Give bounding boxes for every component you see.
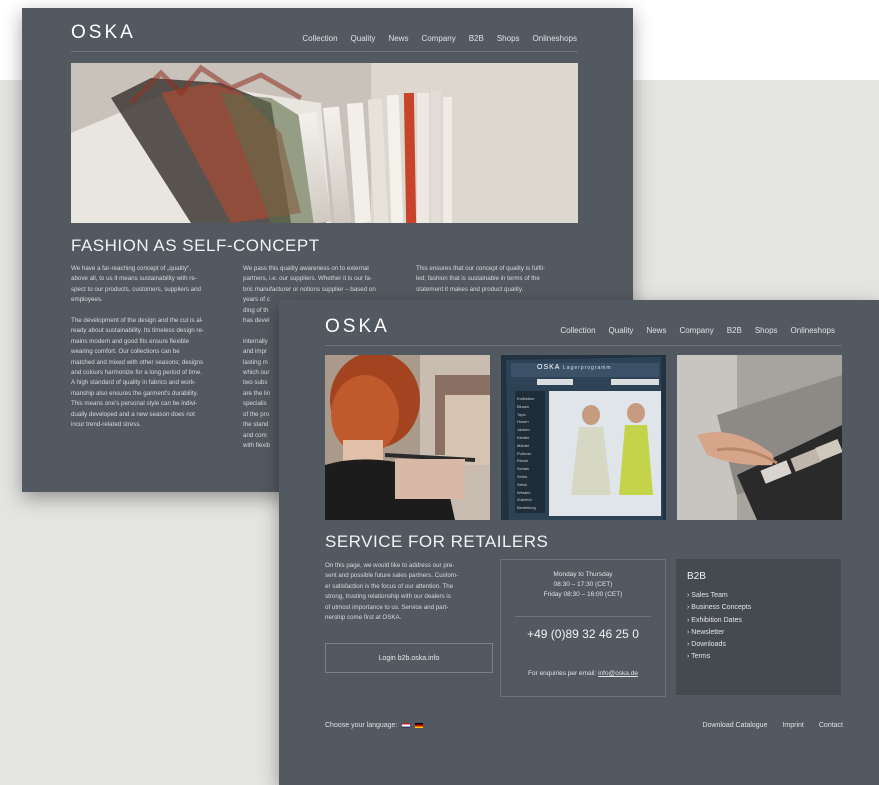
hours-time-weekdays: 08:30 – 17:30 (CET)	[553, 581, 613, 588]
page-title: FASHION AS SELF-CONCEPT	[71, 236, 320, 255]
screen-ui-sidebar-item: Röcke	[517, 458, 529, 464]
screen-ui-sidebar-item: Zubehör	[517, 497, 532, 503]
screen-ui-sidebar-item: Tops	[517, 411, 526, 417]
screen-ui-sidebar-item: Westen	[517, 489, 531, 495]
screen-ui-sidebar-item: Kleider	[517, 434, 530, 440]
page-title: SERVICE FOR RETAILERS	[325, 532, 549, 551]
footer-link-imprint[interactable]: Imprint	[782, 722, 803, 729]
screen-ui-sidebar: Kollektion Blusen Tops Hosen Jacken Klei…	[517, 395, 536, 512]
b2b-link-exhibition-dates[interactable]: › Exhibition Dates	[687, 615, 751, 627]
b2b-title: B2B	[687, 571, 706, 582]
text-column-3: This ensures that our concept of quality…	[416, 265, 545, 293]
screen-ui-brand: OSKA	[537, 364, 561, 371]
screen-ui-tagline: Lagerprogramm	[563, 365, 612, 371]
nav-quality[interactable]: Quality	[351, 34, 376, 43]
screen-ui-sidebar-item: Pullover	[517, 450, 532, 456]
screen-ui-sidebar-item: Shirts	[517, 473, 528, 479]
screen-ui-sidebar-item: Bestellung	[517, 505, 536, 511]
b2b-link-newsletter[interactable]: › Newsletter	[687, 627, 751, 639]
hours-divider	[515, 616, 651, 617]
email-link[interactable]: info@oska.de	[598, 670, 638, 677]
photo-retailer-store	[325, 355, 490, 520]
footer-link-contact[interactable]: Contact	[819, 722, 843, 729]
nav-news[interactable]: News	[646, 326, 666, 335]
screen-ui-sidebar-item: Blusen	[517, 403, 530, 409]
nav-shops[interactable]: Shops	[755, 326, 778, 335]
screen-ui-sidebar-item: Jacken	[517, 427, 530, 433]
email-line: For enquiries per email: info@oska.de	[501, 670, 665, 677]
language-chooser: Choose your language:	[325, 722, 424, 729]
main-nav: Collection Quality News Company B2B Shop…	[560, 326, 835, 335]
screen-ui-sidebar-item: Kollektion	[517, 396, 535, 401]
contact-hours-box: Monday to Thursday 08:30 – 17:30 (CET) F…	[500, 559, 666, 697]
phone-number[interactable]: +49 (0)89 32 46 25 0	[501, 627, 665, 641]
nav-b2b[interactable]: B2B	[469, 34, 484, 43]
nav-company[interactable]: Company	[421, 34, 455, 43]
b2b-menu-box: B2B › Sales Team › Business Concepts › E…	[676, 559, 841, 695]
screen-ui-sidebar-item: Schals	[517, 466, 530, 472]
intro-text: On this page, we would like to address o…	[325, 562, 459, 622]
screen-ui-sidebar-item: Hosen	[517, 419, 529, 425]
front-page-screenshot: OSKA Collection Quality News Company B2B…	[279, 300, 879, 785]
nav-onlineshops[interactable]: Onlineshops	[791, 326, 835, 335]
flag-german-icon[interactable]	[415, 723, 424, 728]
logo[interactable]: OSKA	[71, 22, 136, 44]
footer-links: Download Catalogue Imprint Contact	[702, 722, 843, 729]
text-column-1: We have a far-reaching concept of „quali…	[71, 265, 204, 429]
nav-onlineshops[interactable]: Onlineshops	[533, 34, 577, 43]
b2b-link-business-concepts[interactable]: › Business Concepts	[687, 602, 751, 614]
b2b-link-sales-team[interactable]: › Sales Team	[687, 590, 751, 602]
b2b-link-terms[interactable]: › Terms	[687, 651, 751, 663]
nav-shops[interactable]: Shops	[497, 34, 520, 43]
nav-collection[interactable]: Collection	[560, 326, 595, 335]
email-prefix: For enquiries per email:	[528, 670, 597, 677]
nav-company[interactable]: Company	[679, 326, 713, 335]
hours-time-friday: Friday 08:30 – 16:00 (CET)	[543, 591, 623, 598]
nav-b2b[interactable]: B2B	[727, 326, 742, 335]
logo[interactable]: OSKA	[325, 316, 390, 338]
nav-collection[interactable]: Collection	[302, 34, 337, 43]
header-divider	[325, 345, 842, 346]
nav-news[interactable]: News	[388, 34, 408, 43]
photo-fabric-swatches	[677, 355, 842, 520]
flag-english-icon[interactable]	[402, 723, 411, 728]
b2b-link-downloads[interactable]: › Downloads	[687, 639, 751, 651]
nav-quality[interactable]: Quality	[609, 326, 634, 335]
hours-days: Monday to Thursday	[553, 571, 613, 578]
header-divider	[71, 51, 578, 52]
screen-ui-sidebar-item: Strick	[517, 481, 527, 487]
b2b-links: › Sales Team › Business Concepts › Exhib…	[687, 590, 751, 664]
screen-ui-sidebar-item: Mäntel	[517, 442, 530, 448]
photo-b2b-software-screen: OSKA Lagerprogramm Kollektion Blusen Top…	[501, 355, 666, 520]
hero-image-fabric-samples	[71, 63, 578, 223]
b2b-login-button[interactable]: Login b2b.oska.info	[325, 643, 493, 673]
main-nav: Collection Quality News Company B2B Shop…	[302, 34, 577, 43]
footer-link-download-catalogue[interactable]: Download Catalogue	[702, 722, 767, 729]
language-label: Choose your language:	[325, 722, 398, 729]
